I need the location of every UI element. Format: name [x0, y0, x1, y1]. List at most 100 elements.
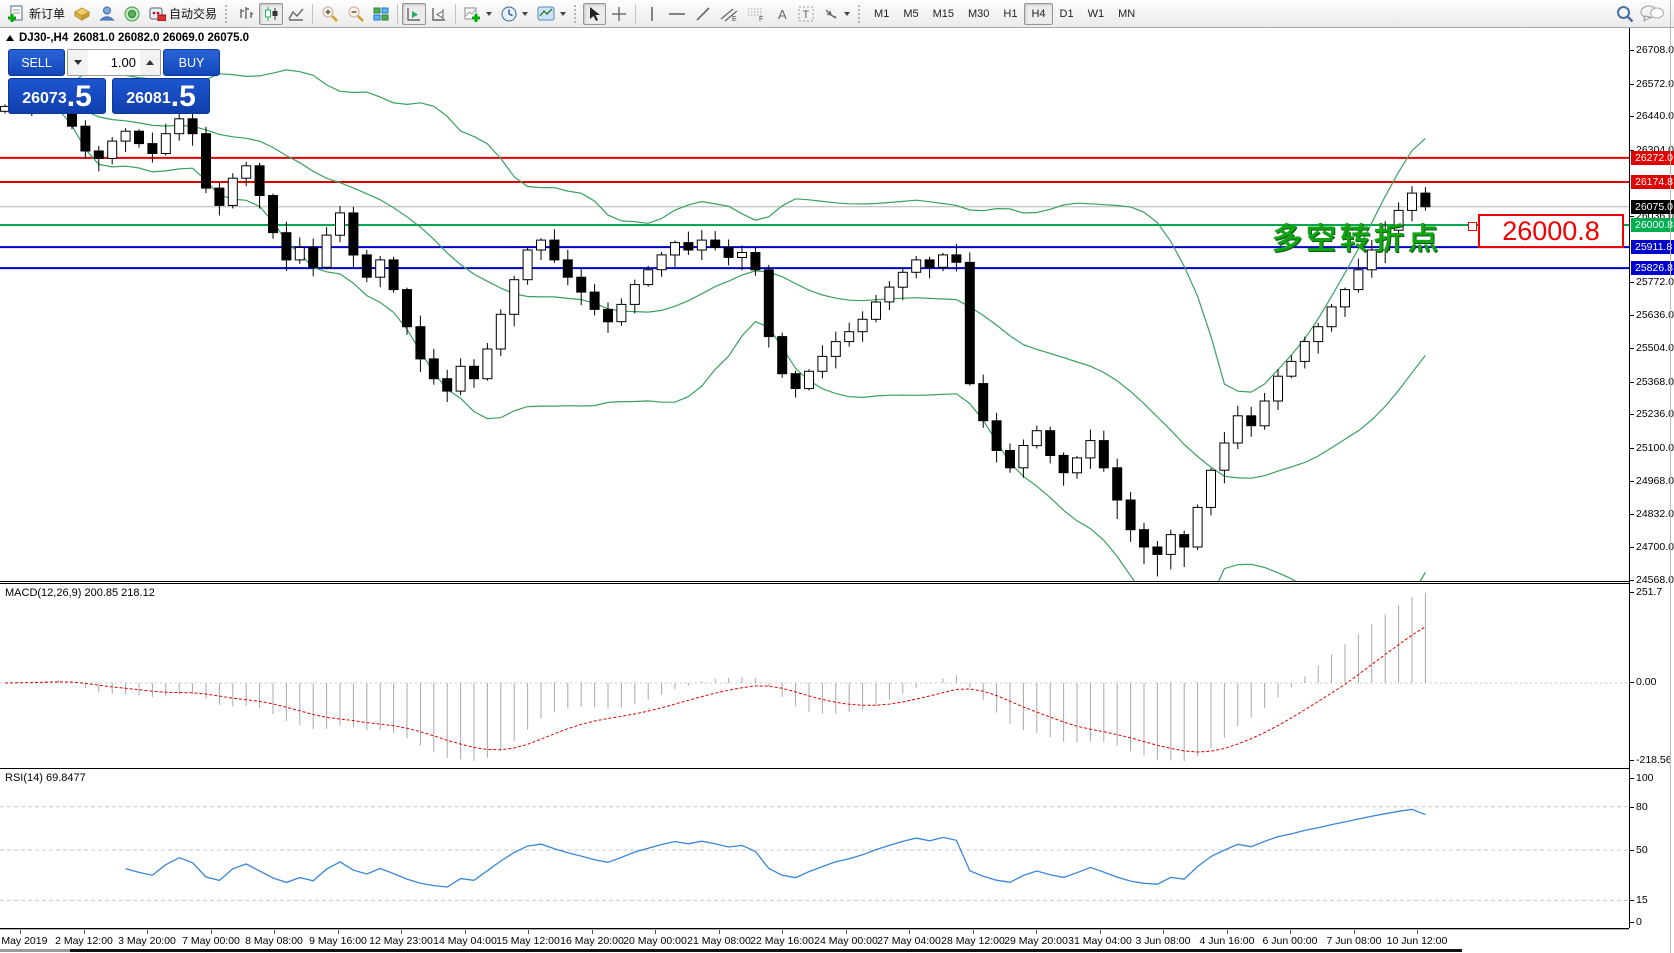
- new-order-icon: [8, 5, 26, 22]
- macd-label: MACD(12,26,9) 200.85 218.12: [5, 587, 155, 599]
- timeframe-M5[interactable]: M5: [896, 3, 925, 25]
- y-tick-label: 25100.0: [1636, 442, 1674, 454]
- equidistant-channel-button[interactable]: E: [716, 3, 742, 25]
- price-axis[interactable]: 26708.026572.026440.026304.026036.025772…: [1629, 28, 1674, 928]
- periods-button[interactable]: [497, 3, 532, 25]
- date-tick-mark: [1163, 930, 1164, 934]
- toolbar-right: [1616, 5, 1670, 23]
- rsi-tick-mark: [1630, 778, 1634, 779]
- date-tick-mark: [465, 930, 466, 934]
- timeframe-H1[interactable]: H1: [996, 3, 1024, 25]
- y-tick-mark: [1630, 382, 1634, 383]
- buy-price-box[interactable]: 26081.5: [112, 78, 210, 114]
- new-order-label: 新订单: [29, 5, 65, 22]
- bar-chart-button[interactable]: [234, 3, 258, 25]
- turning-point-annotation[interactable]: 多空转折点: [1272, 214, 1442, 258]
- chart-shift-button[interactable]: [427, 3, 451, 25]
- price-annotation-box[interactable]: 26000.8: [1478, 214, 1624, 248]
- y-tick-label: 25368.0: [1636, 376, 1674, 388]
- sell-button[interactable]: SELL: [8, 49, 65, 76]
- market-depth-button[interactable]: [70, 3, 94, 25]
- y-tick-label: 26440.0: [1636, 110, 1674, 122]
- y-tick-label: 25772.0: [1636, 276, 1674, 288]
- gold-cube-icon: [74, 7, 90, 21]
- bottom-border-gray: [0, 949, 70, 952]
- chat-icon[interactable]: [1640, 5, 1664, 22]
- sell-price-frac: .5: [67, 82, 92, 112]
- line-chart-button[interactable]: [284, 3, 308, 25]
- y-tick-mark: [1630, 547, 1634, 548]
- date-tick-mark: [1100, 930, 1101, 934]
- svg-text:T: T: [803, 9, 810, 21]
- arrows-dropdown-caret[interactable]: [844, 12, 850, 16]
- text-label-button[interactable]: T: [794, 3, 818, 25]
- macd-panel[interactable]: MACD(12,26,9) 200.85 218.12: [0, 583, 1629, 769]
- arrows-button[interactable]: [819, 3, 854, 25]
- volume-increase-button[interactable]: [140, 50, 160, 75]
- date-tick-mark: [973, 930, 974, 934]
- chart-title: DJ30-,H4 26081.0 26082.0 26069.0 26075.0: [6, 32, 249, 44]
- candlestick-chart-button[interactable]: [259, 3, 283, 25]
- timeframe-M1[interactable]: M1: [867, 3, 896, 25]
- date-tick-mark: [846, 930, 847, 934]
- rsi-tick-mark: [1630, 900, 1634, 901]
- y-tick-label: 24968.0: [1636, 475, 1674, 487]
- templates-button[interactable]: [533, 3, 570, 25]
- timeframe-W1[interactable]: W1: [1081, 3, 1112, 25]
- signals-button[interactable]: [120, 3, 144, 25]
- volume-input[interactable]: [88, 50, 140, 75]
- date-tick-mark: [211, 930, 212, 934]
- volume-decrease-button[interactable]: [68, 50, 88, 75]
- date-tick-mark: [592, 930, 593, 934]
- price-tag: 25826.8: [1631, 261, 1674, 275]
- rsi-panel[interactable]: RSI(14) 69.8477: [0, 769, 1629, 929]
- cursor-button[interactable]: [583, 3, 606, 25]
- vertical-line-button[interactable]: [640, 3, 663, 25]
- collapse-arrow-icon[interactable]: [6, 35, 14, 41]
- date-tick-mark: [655, 930, 656, 934]
- y-tick-label: 25504.0: [1636, 342, 1674, 354]
- auto-scroll-button[interactable]: [402, 3, 426, 25]
- price-chart-panel[interactable]: DJ30-,H4 26081.0 26082.0 26069.0 26075.0…: [0, 28, 1629, 582]
- auto-trading-button[interactable]: 自动交易: [145, 3, 221, 25]
- y-tick-mark: [1630, 50, 1634, 51]
- date-tick-mark: [1354, 930, 1355, 934]
- templates-dropdown-caret[interactable]: [560, 12, 566, 16]
- macd-tick-label: 251.7: [1636, 586, 1662, 598]
- timeframe-D1[interactable]: D1: [1053, 3, 1081, 25]
- sell-price-box[interactable]: 26073.5: [8, 78, 106, 114]
- zoom-in-button[interactable]: [317, 3, 342, 25]
- volume-stepper: [67, 49, 161, 76]
- tile-windows-button[interactable]: [369, 3, 393, 25]
- periods-dropdown-caret[interactable]: [522, 12, 528, 16]
- date-tick-mark: [84, 930, 85, 934]
- buy-price-main: 26081: [126, 86, 171, 112]
- timeframe-MN[interactable]: MN: [1111, 3, 1142, 25]
- indicators-button[interactable]: [460, 3, 496, 25]
- y-tick-label: 24568.0: [1636, 574, 1674, 586]
- date-tick-mark: [528, 930, 529, 934]
- macd-tick-mark: [1630, 592, 1634, 593]
- price-tag: 26075.0: [1631, 200, 1674, 214]
- indicators-dropdown-caret[interactable]: [486, 12, 492, 16]
- hline-selection-handle[interactable]: [1468, 222, 1477, 231]
- horizontal-line-button[interactable]: [664, 3, 690, 25]
- buy-button[interactable]: BUY: [163, 49, 220, 76]
- fibonacci-button[interactable]: F: [743, 3, 769, 25]
- toolbar-grip: [574, 5, 579, 23]
- trendline-button[interactable]: [691, 3, 715, 25]
- search-icon[interactable]: [1616, 5, 1634, 23]
- zoom-out-button[interactable]: [343, 3, 368, 25]
- rsi-tick-label: 80: [1636, 801, 1648, 813]
- crosshair-button[interactable]: [607, 3, 631, 25]
- new-order-button[interactable]: 新订单: [4, 3, 69, 25]
- timeframe-H4[interactable]: H4: [1024, 3, 1052, 25]
- terminal-button[interactable]: [95, 3, 119, 25]
- timeframe-M15[interactable]: M15: [926, 3, 961, 25]
- y-tick-mark: [1630, 216, 1634, 217]
- timeframe-M30[interactable]: M30: [961, 3, 996, 25]
- text-button[interactable]: A: [770, 3, 793, 25]
- svg-text:A: A: [778, 7, 787, 21]
- y-tick-mark: [1630, 348, 1634, 349]
- macd-tick-mark: [1630, 760, 1634, 761]
